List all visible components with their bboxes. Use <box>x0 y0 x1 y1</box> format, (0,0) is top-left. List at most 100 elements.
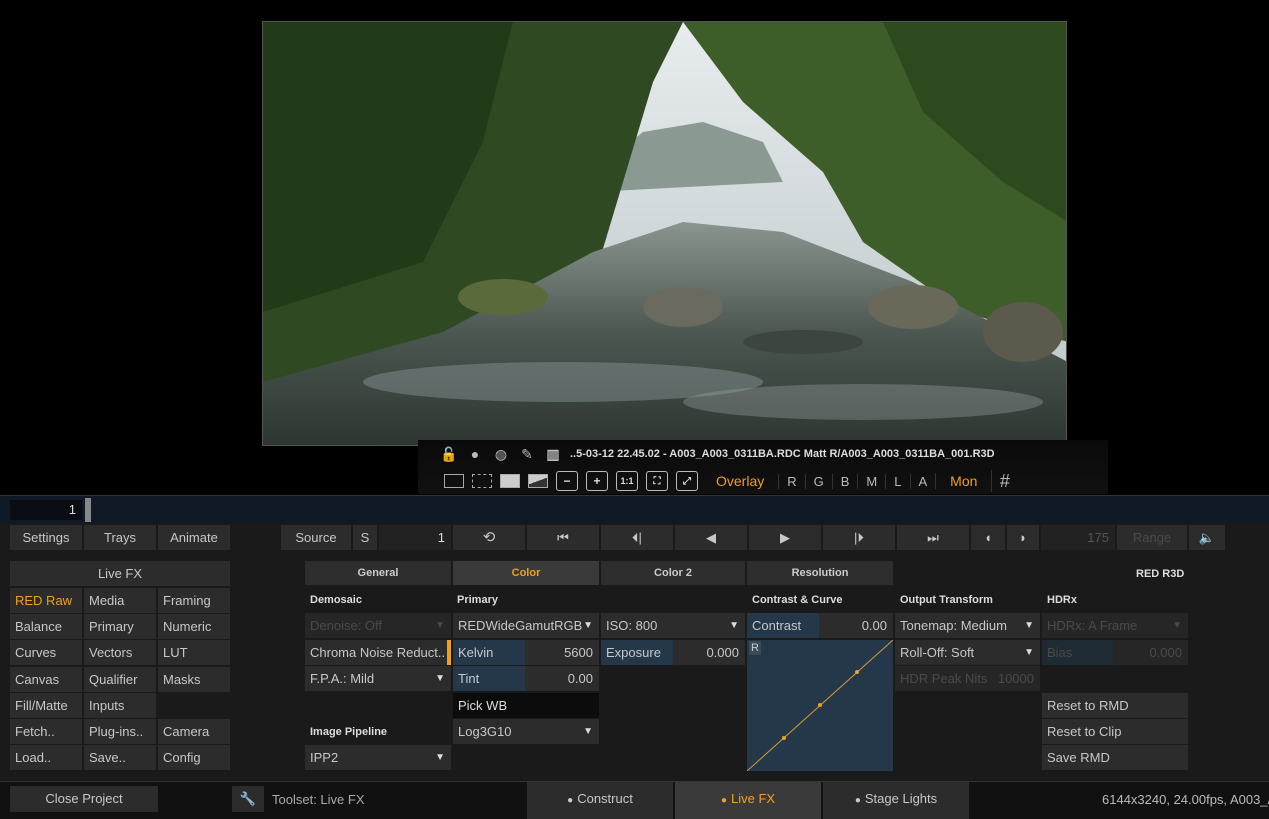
channel-a-button[interactable]: A <box>909 473 936 489</box>
fetch-button[interactable]: Fetch.. <box>10 719 82 744</box>
next-frame-icon[interactable]: |⏵ <box>823 525 895 550</box>
red-raw-button[interactable]: RED Raw <box>10 588 82 613</box>
framing-button[interactable]: Framing <box>158 588 230 613</box>
chroma-noise-button[interactable]: Chroma Noise Reduct.. <box>305 640 451 665</box>
tab-general[interactable]: General <box>305 561 451 585</box>
tab-construct[interactable]: ● Construct <box>527 782 673 819</box>
save-rmd-button[interactable]: Save RMD <box>1042 745 1188 770</box>
vectors-button[interactable]: Vectors <box>84 640 156 665</box>
rolloff-value: Roll-Off: Soft <box>900 645 975 660</box>
contrast-field[interactable]: Contrast 0.00 <box>747 613 893 638</box>
pen-icon[interactable]: ✎ <box>514 443 540 465</box>
tab-resolution[interactable]: Resolution <box>747 561 893 585</box>
fpa-dropdown[interactable]: F.P.A.: Mild <box>305 666 451 691</box>
inputs-button[interactable]: Inputs <box>84 693 156 718</box>
go-to-start-icon[interactable]: ⏮ <box>527 525 599 550</box>
tint-field[interactable]: Tint 0.00 <box>453 666 599 691</box>
config-button[interactable]: Config <box>158 745 230 770</box>
exposure-field[interactable]: Exposure 0.000 <box>601 640 745 665</box>
current-frame-field[interactable]: 1 <box>379 525 451 550</box>
qualifier-button[interactable]: Qualifier <box>84 667 156 692</box>
timeline-cursor[interactable] <box>85 498 91 522</box>
reset-to-clip-button[interactable]: Reset to Clip <box>1042 719 1188 744</box>
zoom-in-button[interactable]: + <box>586 471 608 491</box>
curve-channel-label[interactable]: R <box>749 641 761 655</box>
demosaic-header: Demosaic <box>310 594 362 606</box>
load-button[interactable]: Load.. <box>10 745 82 770</box>
fullscreen-button[interactable]: ⤢ <box>676 471 698 491</box>
barcode-icon[interactable]: ▥ <box>540 443 566 465</box>
animate-button[interactable]: Animate <box>158 525 230 550</box>
canvas-button[interactable]: Canvas <box>10 667 82 692</box>
loop-icon[interactable]: ⟲ <box>453 525 525 550</box>
masks-button[interactable]: Masks <box>158 667 230 692</box>
audio-icon[interactable]: 🔈 <box>1189 525 1225 550</box>
guides-icon[interactable] <box>472 474 492 488</box>
fit-button[interactable]: ⛶ <box>646 471 668 491</box>
overlay-button[interactable]: Overlay <box>702 473 778 489</box>
chroma-noise-label: Chroma Noise Reduct.. <box>310 645 446 660</box>
record-icon[interactable]: ● <box>462 443 488 465</box>
zoom-out-button[interactable]: − <box>556 471 578 491</box>
image-pipeline-dropdown[interactable]: IPP2 <box>305 745 451 770</box>
viewer-image[interactable] <box>262 21 1067 446</box>
globe-icon[interactable]: ◍ <box>488 443 514 465</box>
timeline[interactable]: 1 <box>0 495 1269 523</box>
settings-button[interactable]: Settings <box>10 525 82 550</box>
end-frame-field[interactable]: 175 <box>1041 525 1115 550</box>
hdr-peak-nits-field[interactable]: HDR Peak Nits 10000 <box>895 666 1040 691</box>
tab-color[interactable]: Color <box>453 561 599 585</box>
play-icon[interactable]: ▶ <box>749 525 821 550</box>
plug-ins-button[interactable]: Plug-ins.. <box>84 719 156 744</box>
lock-icon[interactable]: 🔓 <box>436 443 462 465</box>
tab-stage-lights[interactable]: ● Stage Lights <box>823 782 969 819</box>
split-view-icon[interactable] <box>500 474 520 488</box>
balance-button[interactable]: Balance <box>10 614 82 639</box>
primary-button[interactable]: Primary <box>84 614 156 639</box>
wipe-icon[interactable] <box>528 474 548 488</box>
log-dropdown[interactable]: Log3G10 <box>453 719 599 744</box>
tab-live-fx[interactable]: ● Live FX <box>675 782 821 819</box>
tonemap-dropdown[interactable]: Tonemap: Medium <box>895 613 1040 638</box>
mark-out-icon[interactable]: ◗ <box>1007 525 1039 550</box>
source-button[interactable]: Source <box>281 525 351 550</box>
tool-panels: Live FX RED Raw Media Framing Balance Pr… <box>0 551 1269 781</box>
tab-color-2[interactable]: Color 2 <box>601 561 745 585</box>
channel-m-button[interactable]: M <box>857 473 885 489</box>
trays-button[interactable]: Trays <box>84 525 156 550</box>
safe-area-icon[interactable] <box>444 474 464 488</box>
pick-wb-button[interactable]: Pick WB <box>453 693 599 718</box>
prev-frame-icon[interactable]: ⏴| <box>601 525 673 550</box>
reset-to-rmd-button[interactable]: Reset to RMD <box>1042 693 1188 718</box>
one-to-one-button[interactable]: 1:1 <box>616 471 638 491</box>
hdrx-dropdown[interactable]: HDRx: A Frame <box>1042 613 1188 638</box>
camera-button[interactable]: Camera <box>158 719 230 744</box>
s-button[interactable]: S <box>353 525 377 550</box>
curve-editor[interactable]: R <box>747 640 893 771</box>
kelvin-field[interactable]: Kelvin 5600 <box>453 640 599 665</box>
channel-l-button[interactable]: L <box>885 473 909 489</box>
numeric-button[interactable]: Numeric <box>158 614 230 639</box>
rolloff-dropdown[interactable]: Roll-Off: Soft <box>895 640 1040 665</box>
range-button[interactable]: Range <box>1117 525 1187 550</box>
channel-b-button[interactable]: B <box>831 473 858 489</box>
channel-r-button[interactable]: R <box>778 473 804 489</box>
go-to-end-icon[interactable]: ⏭ <box>897 525 969 550</box>
gamut-dropdown[interactable]: REDWideGamutRGB <box>453 613 599 638</box>
iso-dropdown[interactable]: ISO: 800 <box>601 613 745 638</box>
fill-matte-button[interactable]: Fill/Matte <box>10 693 82 718</box>
play-reverse-icon[interactable]: ◀ <box>675 525 747 550</box>
grid-icon[interactable]: # <box>991 470 1017 492</box>
wrench-icon[interactable]: 🔧 <box>232 786 264 812</box>
mon-button[interactable]: Mon <box>935 473 991 489</box>
denoise-dropdown[interactable]: Denoise: Off <box>305 613 451 638</box>
mark-in-icon[interactable]: ◖ <box>971 525 1005 550</box>
bias-field[interactable]: Bias 0.000 <box>1042 640 1188 665</box>
save-button[interactable]: Save.. <box>84 745 156 770</box>
media-button[interactable]: Media <box>84 588 156 613</box>
close-project-button[interactable]: Close Project <box>10 786 158 812</box>
lut-button[interactable]: LUT <box>158 640 230 665</box>
fpa-value: F.P.A.: Mild <box>310 671 375 686</box>
curves-button[interactable]: Curves <box>10 640 82 665</box>
channel-g-button[interactable]: G <box>804 473 832 489</box>
